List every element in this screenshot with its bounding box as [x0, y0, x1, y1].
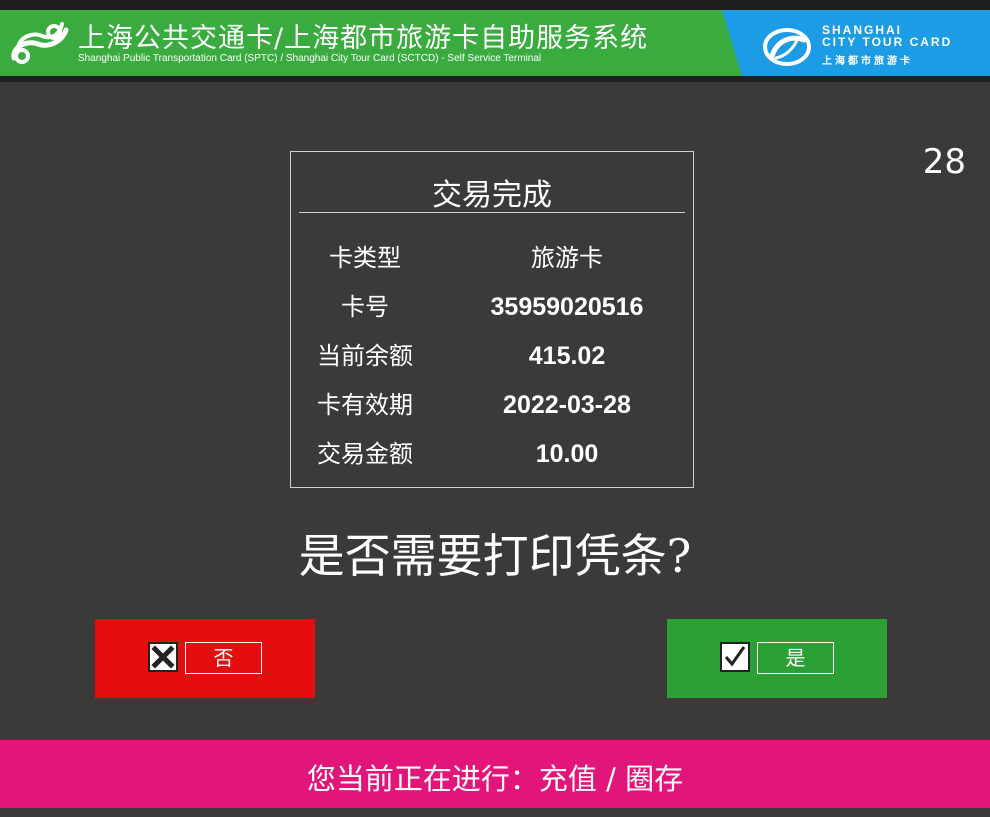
transaction-receipt-panel: 交易完成 卡类型 旅游卡 卡号 35959020516 当前余额 415.02 … — [290, 151, 694, 488]
city-tour-card-logo-icon — [763, 28, 811, 66]
receipt-row-balance: 当前余额 415.02 — [291, 332, 693, 381]
card-number-value: 35959020516 — [490, 293, 644, 321]
receipt-row-card-number: 卡号 35959020516 — [291, 283, 693, 332]
card-type-value: 旅游卡 — [531, 244, 603, 272]
header-title: 上海公共交通卡/上海都市旅游卡自助服务系统 — [78, 23, 649, 54]
amount-value: 10.00 — [535, 440, 599, 468]
receipt-rows: 卡类型 旅游卡 卡号 35959020516 当前余额 415.02 卡有效期 … — [291, 234, 693, 479]
receipt-row-expiry: 卡有效期 2022-03-28 — [291, 381, 693, 430]
tour-card-chinese-name: 上海都市旅游卡 — [822, 56, 913, 67]
balance-label: 当前余额 — [317, 342, 413, 370]
card-type-label: 卡类型 — [329, 244, 401, 272]
receipt-divider — [299, 212, 685, 213]
receipt-row-card-type: 卡类型 旅游卡 — [291, 234, 693, 283]
expiry-value: 2022-03-28 — [503, 391, 631, 419]
receipt-row-amount: 交易金额 10.00 — [291, 430, 693, 479]
check-icon — [720, 642, 750, 672]
tour-card-english-name: SHANGHAI CITY TOUR CARD — [822, 23, 953, 49]
amount-label: 交易金额 — [317, 440, 413, 468]
print-receipt-question: 是否需要打印凭条? — [298, 529, 692, 583]
current-operation-text: 您当前正在进行：充值 / 圈存 — [306, 762, 684, 796]
status-footer: 您当前正在进行：充值 / 圈存 — [0, 740, 990, 808]
bottom-strip — [0, 808, 990, 817]
yes-button-label: 是 — [757, 642, 834, 674]
card-number-label: 卡号 — [341, 293, 389, 321]
expiry-label: 卡有效期 — [317, 391, 413, 419]
header-subtitle: Shanghai Public Transportation Card (SPT… — [78, 53, 542, 64]
header-bar: 上海公共交通卡/上海都市旅游卡自助服务系统 Shanghai Public Tr… — [0, 0, 990, 82]
yes-button[interactable]: 是 — [667, 619, 887, 698]
sptc-logo-icon — [11, 22, 69, 64]
countdown-timer: 28 — [922, 142, 966, 182]
no-button-label: 否 — [185, 642, 262, 674]
no-button[interactable]: 否 — [95, 619, 315, 698]
close-icon — [148, 642, 178, 672]
receipt-title: 交易完成 — [432, 178, 552, 213]
balance-value: 415.02 — [528, 342, 606, 370]
